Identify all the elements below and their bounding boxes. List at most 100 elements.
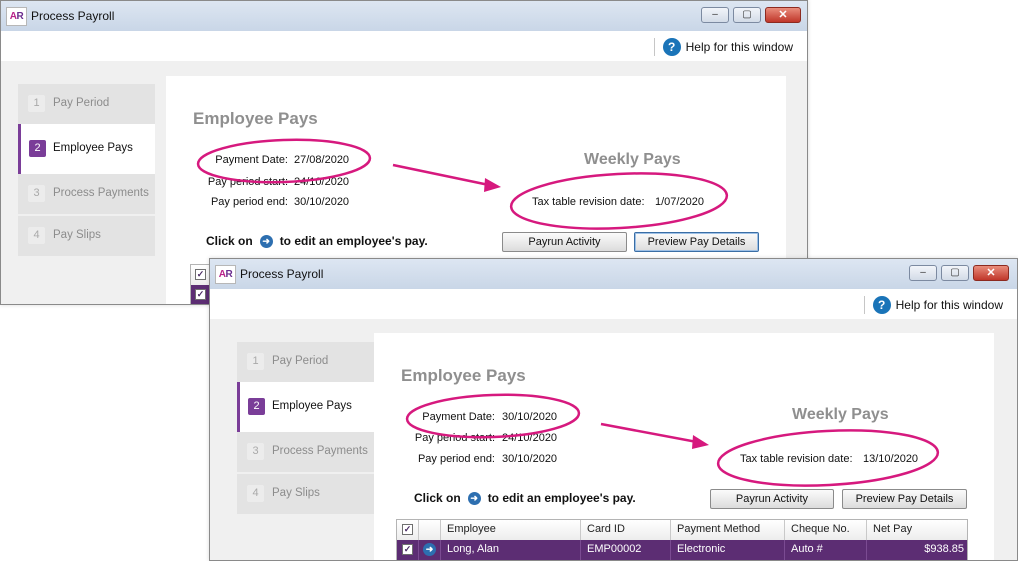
title-bar[interactable]: AR Process Payroll – ▢ ✕ [210,259,1017,290]
maximize-button[interactable]: ▢ [733,7,761,23]
column-header-cheque-no[interactable]: Cheque No. [785,520,867,540]
tax-table-date: 1/07/2020 [655,196,704,208]
edit-employee-arrow-icon[interactable]: ➜ [423,543,436,556]
step-number: 2 [248,398,265,415]
cell-cheque-no: Auto # [785,540,867,560]
pay-frequency-label: Weekly Pays [584,151,681,168]
cell-employee: Long, Alan [441,540,581,560]
step-label: Process Payments [272,445,368,457]
preview-pay-details-button[interactable]: Preview Pay Details [634,232,759,252]
section-title: Employee Pays [193,109,318,128]
row-edit-cell: ➜ [419,540,441,560]
payment-date-label: Payment Date: [215,154,288,166]
payment-date-value: 30/10/2020 [502,411,558,423]
payment-date-label: Payment Date: [422,411,495,423]
step-label: Process Payments [53,187,149,199]
divider [653,38,655,56]
maximize-button[interactable]: ▢ [941,265,969,281]
payment-date-row: Payment Date: [166,154,288,168]
column-header-card-id[interactable]: Card ID [581,520,671,540]
column-header-employee[interactable]: Employee [441,520,581,540]
step-label: Employee Pays [53,142,133,154]
row-checkbox[interactable]: ✓ [402,544,413,555]
app-logo-icon: AR [6,7,27,26]
help-bar: ? Help for this window [1,31,807,61]
payrun-activity-button[interactable]: Payrun Activity [710,489,834,509]
click-on-text: Click on [206,234,253,248]
app-logo-icon: AR [215,265,236,284]
cell-net-pay: $938.85 [924,543,964,555]
period-start-label: Pay period start: [414,432,495,444]
step-process-payments[interactable]: 3 Process Payments [237,432,374,472]
title-bar[interactable]: AR Process Payroll – ▢ ✕ [1,1,807,32]
step-process-payments[interactable]: 3 Process Payments [18,174,155,214]
step-employee-pays[interactable]: 2 Employee Pays [18,124,155,174]
help-icon: ? [872,296,891,314]
preview-pay-details-button[interactable]: Preview Pay Details [842,489,967,509]
help-icon: ? [662,38,681,56]
table-header: ✓ Employee Card ID Payment Method Cheque… [397,520,967,541]
cell-payment-method: Electronic [671,540,785,560]
click-suffix-text: to edit an employee's pay. [487,491,636,505]
employee-pays-panel: Employee Pays Weekly Pays Payment Date: … [374,333,994,560]
table-row[interactable]: ✓ ➜ Long, Alan EMP00002 Electronic Auto … [397,540,967,560]
payrun-activity-button[interactable]: Payrun Activity [502,232,627,252]
period-start-value: 24/10/2020 [294,176,350,188]
pay-frequency-label: Weekly Pays [792,406,889,423]
section-title: Employee Pays [401,366,526,385]
step-number: 4 [28,227,45,244]
close-button[interactable]: ✕ [765,7,801,23]
edit-arrow-icon: ➜ [467,491,481,505]
period-end-row: Pay period end: [374,453,495,467]
step-pay-slips[interactable]: 4 Pay Slips [18,216,155,256]
period-start-label: Pay period start: [207,176,288,188]
step-number: 4 [247,485,264,502]
period-start-row: Pay period start: [374,432,495,446]
payment-date-value: 27/08/2020 [294,154,350,166]
step-number: 3 [247,443,264,460]
tax-table-label: Tax table revision date: [740,453,853,465]
divider [863,296,865,314]
help-label: Help for this window [895,298,1003,312]
period-end-value: 30/10/2020 [294,196,350,208]
header-edit-cell [419,520,441,540]
click-suffix-text: to edit an employee's pay. [279,234,428,248]
click-on-text: Click on [414,491,461,505]
period-start-row: Pay period start: [166,176,288,190]
click-instruction: Click on ➜ to edit an employee's pay. [206,234,428,248]
step-pay-period[interactable]: 1 Pay Period [237,342,374,382]
tax-table-label: Tax table revision date: [532,196,645,208]
edit-arrow-icon: ➜ [259,234,273,248]
minimize-button[interactable]: – [909,265,937,281]
select-all-checkbox[interactable]: ✓ [195,269,206,280]
window-title: Process Payroll [240,267,324,281]
step-number: 3 [28,185,45,202]
step-number: 1 [28,95,45,112]
step-label: Pay Slips [272,487,320,499]
row-checkbox[interactable]: ✓ [195,289,206,300]
step-pay-period[interactable]: 1 Pay Period [18,84,155,124]
period-end-label: Pay period end: [210,196,288,208]
row-select-cell: ✓ [397,540,419,560]
step-number: 1 [247,353,264,370]
period-end-row: Pay period end: [166,196,288,210]
help-link[interactable]: ? Help for this window [653,37,793,57]
close-button[interactable]: ✕ [973,265,1009,281]
column-header-net-pay[interactable]: Net Pay [867,520,969,540]
period-end-label: Pay period end: [417,453,495,465]
process-payroll-window-front: AR Process Payroll – ▢ ✕ ? Help for this… [209,258,1018,561]
tax-table-date: 13/10/2020 [863,453,919,465]
period-end-value: 30/10/2020 [502,453,558,465]
minimize-button[interactable]: – [701,7,729,23]
help-link[interactable]: ? Help for this window [863,295,1003,315]
column-header-payment-method[interactable]: Payment Method [671,520,785,540]
step-employee-pays[interactable]: 2 Employee Pays [237,382,374,432]
step-pay-slips[interactable]: 4 Pay Slips [237,474,374,514]
period-start-value: 24/10/2020 [502,432,558,444]
select-all-checkbox[interactable]: ✓ [402,524,413,535]
step-number: 2 [29,140,46,157]
step-label: Pay Period [53,97,110,109]
payment-date-row: Payment Date: [374,411,495,425]
step-label: Pay Slips [53,229,101,241]
employee-table: ✓ Employee Card ID Payment Method Cheque… [396,519,968,560]
